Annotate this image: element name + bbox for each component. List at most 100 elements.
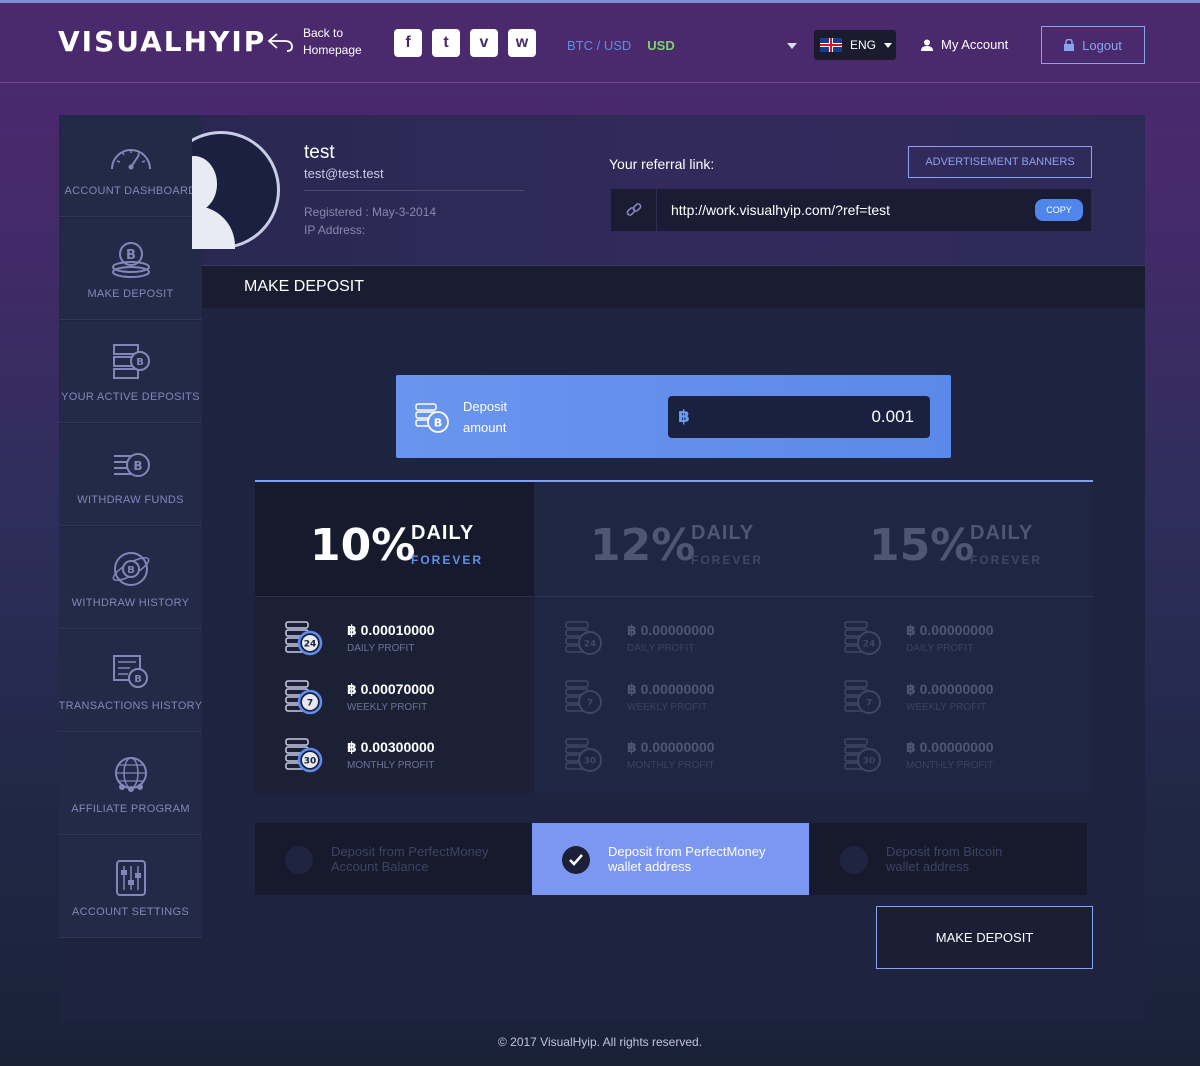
logout-label: Logout [1082, 37, 1122, 53]
coin-24-icon: 24 [285, 621, 323, 656]
user-email: test@test.test [304, 166, 384, 181]
plan-header: 12% DAILY FOREVER [535, 482, 814, 597]
profit-row-daily: 24 ฿ 0.00000000 DAILY PROFIT [565, 619, 805, 665]
monthly-profit-value: ฿ 0.00000000 [627, 739, 715, 755]
daily-profit-label: DAILY PROFIT [347, 643, 415, 654]
coin-7-icon: 7 [844, 680, 881, 714]
option-bitcoin-wallet[interactable]: Deposit from Bitcoin wallet address [810, 823, 1087, 895]
main-panel: ACCOUNT DASHBOARD B MAKE DEPOSIT B YOUR … [59, 115, 1145, 1021]
registered-date: Registered : May-3-2014 [304, 205, 437, 219]
sidebar-item-label: TRANSACTIONS HISTORY [58, 700, 203, 712]
monthly-profit-value: ฿ 0.00000000 [906, 739, 994, 755]
ip-address: IP Address: [304, 223, 366, 237]
sidebar-item-account-dashboard[interactable]: ACCOUNT DASHBOARD [59, 115, 202, 217]
referral-url: http://work.visualhyip.com/?ref=test [671, 202, 891, 218]
withdraw-coin-icon: B [113, 453, 150, 477]
option-perfectmoney-balance[interactable]: Deposit from PerfectMoney Account Balanc… [255, 823, 532, 895]
sidebar-item-label: AFFILIATE PROGRAM [71, 803, 190, 815]
deposit-amount-input[interactable]: ฿ 0.001 [668, 396, 930, 438]
svg-text:30: 30 [304, 757, 317, 767]
sidebar-item-affiliate-program[interactable]: AFFILIATE PROGRAM [59, 733, 202, 835]
daily-profit-value: ฿ 0.00000000 [906, 622, 994, 638]
referral-label: Your referral link: [609, 156, 715, 172]
currency-btc-usd[interactable]: BTC / USD [567, 38, 631, 53]
sidebar-item-active-deposits[interactable]: B YOUR ACTIVE DEPOSITS [59, 321, 202, 423]
svg-text:7: 7 [307, 699, 313, 709]
weekly-profit-value: ฿ 0.00000000 [627, 681, 715, 697]
plan-card-12[interactable]: 12% DAILY FOREVER 24 ฿ 0.00000000 DAILY … [535, 482, 814, 793]
svg-text:30: 30 [584, 757, 597, 767]
profit-row-monthly: 30 ฿ 0.00300000 MONTHLY PROFIT [285, 736, 525, 782]
sidebar-item-label: YOUR ACTIVE DEPOSITS [61, 391, 200, 403]
advertisement-banners-button[interactable]: ADVERTISEMENT BANNERS [908, 146, 1092, 178]
daily-profit-label: DAILY PROFIT [906, 643, 974, 654]
twitter-icon[interactable]: t [432, 29, 460, 57]
sidebar-item-account-settings[interactable]: ACCOUNT SETTINGS [59, 836, 202, 938]
plan-forever-label: FOREVER [411, 553, 484, 567]
sidebar-item-transactions-history[interactable]: B TRANSACTIONS HISTORY [59, 630, 202, 732]
plan-daily-label: DAILY [411, 522, 475, 544]
server-coin-icon: B [112, 344, 150, 379]
sidebar-item-make-deposit[interactable]: B MAKE DEPOSIT [59, 218, 202, 320]
plan-header: 15% DAILY FOREVER [814, 482, 1093, 597]
profile-divider [304, 190, 524, 191]
make-deposit-button[interactable]: MAKE DEPOSIT [876, 906, 1093, 969]
monthly-profit-label: MONTHLY PROFIT [906, 760, 994, 771]
svg-text:B: B [133, 459, 142, 473]
currency-switch: BTC / USD USD [567, 38, 675, 53]
deposit-amount-label: Deposit amount [463, 399, 508, 435]
coin-stack-icon: B [111, 242, 150, 278]
monthly-profit-value: ฿ 0.00300000 [347, 739, 435, 755]
radio-icon [840, 846, 868, 874]
sidebar-item-label: WITHDRAW HISTORY [71, 597, 190, 609]
uk-flag-icon [820, 38, 842, 52]
vimeo-icon[interactable]: v [470, 29, 498, 57]
sidebar-item-withdraw-funds[interactable]: B WITHDRAW FUNDS [59, 424, 202, 526]
logout-button[interactable]: Logout [1041, 26, 1145, 64]
plan-card-10[interactable]: 10% DAILY FOREVER 24 ฿ 0.00010000 DAILY … [255, 482, 534, 793]
svg-text:B: B [134, 674, 142, 685]
profit-row-monthly: 30 ฿ 0.00000000 MONTHLY PROFIT [844, 736, 1084, 782]
coin-24-icon: 24 [565, 621, 602, 655]
sliders-icon [115, 860, 146, 896]
my-account-link[interactable]: My Account [921, 37, 1008, 52]
logo[interactable]: VISUALHYIP [58, 25, 266, 58]
back-to-homepage-link[interactable]: Back to Homepage [265, 25, 362, 59]
language-selector[interactable]: ENG [814, 30, 896, 60]
sidebar-item-label: MAKE DEPOSIT [87, 288, 174, 300]
referral-link-field[interactable]: http://work.visualhyip.com/?ref=test COP… [611, 189, 1091, 231]
payment-options: Deposit from PerfectMoney Account Balanc… [255, 823, 1087, 895]
monthly-profit-label: MONTHLY PROFIT [627, 760, 715, 771]
svg-text:B: B [127, 565, 135, 576]
sidebar-item-withdraw-history[interactable]: B WITHDRAW HISTORY [59, 527, 202, 629]
currency-dropdown-caret-icon[interactable] [787, 43, 797, 49]
user-name: test [304, 142, 335, 163]
weekly-profit-label: WEEKLY PROFIT [347, 702, 428, 713]
user-icon [921, 39, 933, 51]
option-perfectmoney-wallet[interactable]: Deposit from PerfectMoney wallet address [532, 823, 809, 895]
profit-row-weekly: 7 ฿ 0.00000000 WEEKLY PROFIT [844, 678, 1084, 724]
monthly-profit-label: MONTHLY PROFIT [347, 760, 435, 771]
plan-header: 10% DAILY FOREVER [255, 482, 534, 597]
plan-card-15[interactable]: 15% DAILY FOREVER 24 ฿ 0.00000000 DAILY … [814, 482, 1093, 793]
svg-text:B: B [136, 357, 144, 368]
currency-usd[interactable]: USD [647, 38, 674, 53]
coin-30-icon: 30 [844, 738, 881, 772]
svg-text:B: B [434, 417, 442, 430]
svg-text:7: 7 [866, 699, 872, 709]
header: VISUALHYIP Back to Homepage f t v w BTC … [0, 3, 1200, 83]
weibo-icon[interactable]: w [508, 29, 536, 57]
facebook-icon[interactable]: f [394, 29, 422, 57]
weekly-profit-label: WEEKLY PROFIT [906, 702, 987, 713]
globe-coin-icon: B [112, 552, 149, 586]
avatar [192, 131, 280, 249]
plans-grid: 10% DAILY FOREVER 24 ฿ 0.00010000 DAILY … [255, 480, 1093, 793]
copy-button[interactable]: COPY [1035, 199, 1083, 221]
svg-text:24: 24 [863, 640, 876, 650]
sidebar: ACCOUNT DASHBOARD B MAKE DEPOSIT B YOUR … [59, 115, 202, 938]
daily-profit-value: ฿ 0.00010000 [347, 622, 435, 638]
affiliate-globe-icon [114, 757, 147, 792]
back-arrow-icon [267, 33, 293, 52]
coin-7-icon: 7 [565, 680, 602, 714]
deposit-amount-card: B Deposit amount ฿ 0.001 [396, 375, 951, 458]
